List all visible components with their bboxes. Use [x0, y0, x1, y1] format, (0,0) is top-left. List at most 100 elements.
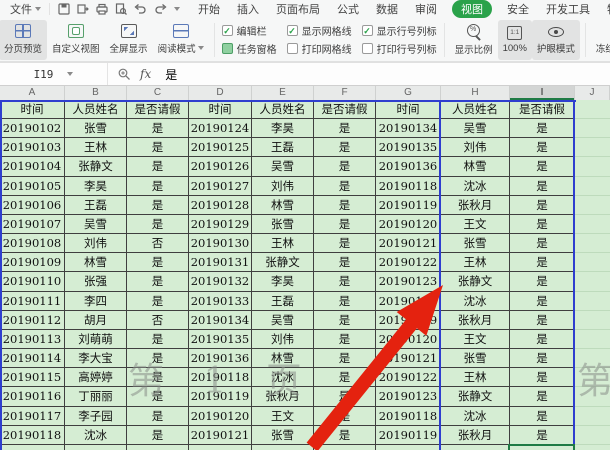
cell[interactable]: 20190115 — [0, 368, 65, 388]
undo-icon[interactable] — [134, 3, 147, 15]
cell[interactable]: 张静文 — [441, 272, 510, 292]
cell[interactable]: 王林 — [441, 253, 510, 273]
cell[interactable]: 是 — [314, 291, 376, 311]
cell[interactable]: 是 — [314, 329, 376, 350]
cell[interactable]: 张秋月 — [441, 310, 510, 330]
cell[interactable]: 是 — [510, 176, 575, 196]
print-preview-icon[interactable] — [115, 3, 127, 15]
tab-插入[interactable]: 插入 — [235, 0, 261, 18]
cell[interactable]: 吴雪 — [252, 157, 314, 177]
checkbox-icon[interactable] — [286, 25, 298, 36]
cell[interactable]: 沈冰 — [441, 291, 510, 311]
column-header-G[interactable]: G — [376, 86, 441, 100]
cell[interactable]: 20190117 — [0, 406, 65, 426]
cell[interactable] — [189, 444, 252, 450]
cell[interactable]: 是 — [510, 234, 575, 254]
cell[interactable]: 是 — [510, 157, 575, 177]
cell[interactable]: 20190106 — [0, 195, 65, 215]
cell[interactable] — [575, 292, 610, 311]
cell[interactable]: 是 — [510, 368, 575, 388]
name-box-dropdown-icon[interactable] — [67, 72, 74, 76]
cell[interactable]: 是 — [127, 368, 189, 388]
cell[interactable]: 是 — [314, 272, 376, 292]
column-header-H[interactable]: H — [441, 86, 510, 100]
tab-审阅[interactable]: 审阅 — [413, 0, 439, 18]
cell[interactable]: 20190136 — [189, 349, 252, 369]
cell[interactable]: 人员姓名 — [252, 100, 314, 119]
cell[interactable]: 刘伟 — [252, 176, 314, 196]
cell[interactable]: 是 — [127, 406, 189, 426]
cell[interactable]: 20190103 — [0, 138, 65, 158]
name-box[interactable]: I19 — [0, 63, 108, 85]
cell[interactable]: 是 — [127, 272, 189, 292]
file-menu-button[interactable]: 文件 — [0, 1, 49, 17]
cell[interactable]: 20190122 — [376, 253, 441, 273]
cell[interactable]: 是 — [314, 214, 376, 235]
cell[interactable] — [314, 444, 376, 450]
cell[interactable]: 沈冰 — [252, 368, 314, 388]
cell[interactable]: 丁丽丽 — [65, 387, 127, 407]
cell[interactable]: 是 — [510, 329, 575, 350]
cell[interactable]: 是 — [127, 329, 189, 350]
cell[interactable]: 20190118 — [376, 291, 441, 311]
toggle-编辑栏[interactable]: 编辑栏 — [221, 24, 277, 38]
cell[interactable]: 刘伟 — [65, 234, 127, 254]
cell[interactable]: 是 — [127, 214, 189, 235]
cell[interactable]: 李大宝 — [65, 349, 127, 369]
cell[interactable]: 是 — [127, 157, 189, 177]
cell[interactable]: 是否请假 — [314, 100, 376, 119]
cell[interactable]: 20190111 — [0, 291, 65, 311]
cell[interactable]: 20190121 — [189, 425, 252, 445]
cell[interactable]: 是 — [510, 272, 575, 292]
cell[interactable]: 20190116 — [0, 387, 65, 407]
cell[interactable]: 20190113 — [0, 329, 65, 350]
cell[interactable] — [575, 387, 610, 407]
cell[interactable]: 人员姓名 — [441, 100, 510, 119]
cell[interactable]: 时间 — [0, 100, 65, 119]
cell[interactable]: 是 — [510, 138, 575, 158]
cell[interactable] — [441, 444, 510, 450]
cell[interactable]: 林雪 — [441, 157, 510, 177]
cell[interactable] — [575, 177, 610, 196]
cell[interactable]: 李昊 — [65, 176, 127, 196]
cell[interactable]: 20190120 — [376, 214, 441, 235]
cell[interactable]: 是 — [314, 406, 376, 426]
cell[interactable]: 是 — [127, 349, 189, 369]
cell[interactable]: 20190134 — [189, 310, 252, 330]
tab-开始[interactable]: 开始 — [196, 0, 222, 18]
cell[interactable]: 是 — [314, 253, 376, 273]
formula-bar-value[interactable]: 是 — [161, 66, 177, 83]
cell[interactable]: 20190119 — [376, 195, 441, 215]
cell[interactable]: 李昊 — [252, 119, 314, 139]
cell[interactable]: 20190134 — [376, 119, 441, 139]
fx-icon[interactable]: fx — [140, 67, 151, 81]
cell[interactable]: 张秋月 — [441, 195, 510, 215]
cell[interactable]: 人员姓名 — [65, 100, 127, 119]
cell[interactable]: 是 — [314, 176, 376, 196]
cell[interactable] — [0, 444, 65, 450]
cell[interactable] — [575, 426, 610, 445]
cell[interactable] — [575, 138, 610, 158]
cell[interactable]: 沈冰 — [441, 176, 510, 196]
cell[interactable]: 是 — [510, 214, 575, 235]
more-dropdown-icon[interactable] — [174, 7, 180, 11]
cell[interactable]: 是 — [510, 119, 575, 139]
cell[interactable]: 张静文 — [252, 253, 314, 273]
cell[interactable]: 吴雪 — [441, 119, 510, 139]
cell[interactable]: 吴雪 — [252, 310, 314, 330]
cell[interactable]: 王文 — [441, 329, 510, 350]
cell[interactable]: 是 — [314, 157, 376, 177]
tab-公式[interactable]: 公式 — [335, 0, 361, 18]
cell[interactable]: 张秋月 — [252, 387, 314, 407]
cell[interactable]: 是 — [127, 119, 189, 139]
cell[interactable]: 张静文 — [65, 157, 127, 177]
cell[interactable]: 沈冰 — [65, 425, 127, 445]
全屏显示-button[interactable]: 全屏显示 — [105, 20, 153, 60]
cell[interactable]: 20190114 — [0, 349, 65, 369]
cell[interactable]: 王磊 — [252, 138, 314, 158]
cell[interactable]: 20190119 — [376, 425, 441, 445]
cell[interactable]: 王磊 — [252, 291, 314, 311]
cell[interactable]: 是 — [127, 425, 189, 445]
cell[interactable] — [575, 100, 610, 119]
cell[interactable]: 林雪 — [65, 253, 127, 273]
